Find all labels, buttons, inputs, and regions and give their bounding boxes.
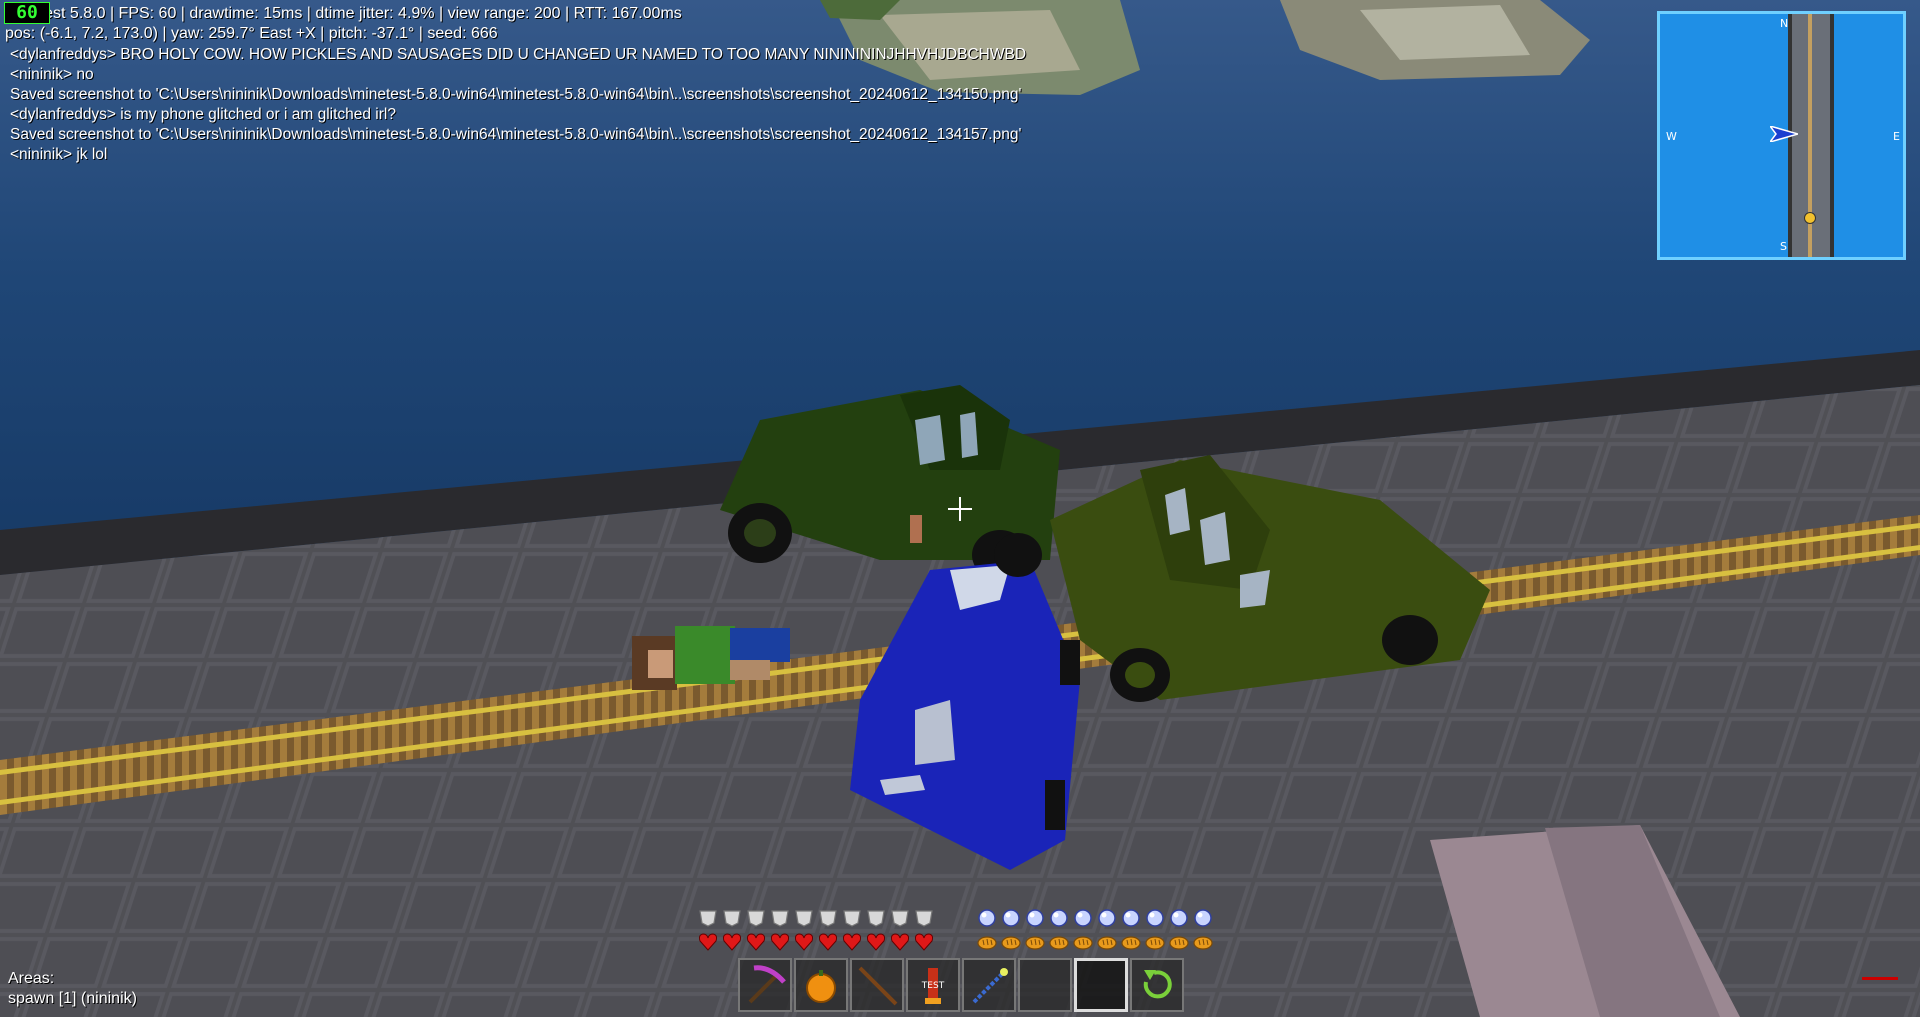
fps-counter: 60 [4, 2, 50, 24]
refresh-arrow-icon [1143, 970, 1172, 999]
heart-icon [890, 933, 910, 951]
hotbar-slot-2[interactable] [794, 958, 848, 1012]
hotbar-slot-3[interactable] [850, 958, 904, 1012]
minimap-road-edge [1830, 14, 1834, 257]
chat-log: <dylanfreddys> BRO HOLY COW. HOW PICKLES… [10, 45, 1026, 165]
bubble-icon [1146, 909, 1164, 927]
debug-info: Minetest 5.8.0 | FPS: 60 | drawtime: 15m… [5, 4, 682, 44]
bubble-icon [1026, 909, 1044, 927]
minimap: N S E W [1657, 11, 1906, 260]
bubble-icon [1050, 909, 1068, 927]
heart-icon [914, 933, 934, 951]
bread-icon [1049, 936, 1069, 950]
bread-icon [1025, 936, 1045, 950]
areas-label: Areas: [8, 970, 55, 987]
bread-icon [1001, 936, 1021, 950]
heart-icon [770, 933, 790, 951]
bread-icon [977, 936, 997, 950]
breath-bar [977, 909, 1213, 927]
chat-line: <nininik> jk lol [10, 146, 108, 163]
hotbar-slot-4[interactable]: TEST [906, 958, 960, 1012]
heart-icon [842, 933, 862, 951]
hotbar: TEST [738, 958, 1184, 1012]
armor-icon [867, 910, 885, 927]
bubble-icon [1170, 909, 1188, 927]
heart-icon [818, 933, 838, 951]
stick-icon [858, 966, 898, 1006]
debug-line-1: Minetest 5.8.0 | FPS: 60 | drawtime: 15m… [5, 5, 682, 22]
bread-icon [1169, 936, 1189, 950]
test-item-label: TEST [921, 981, 945, 991]
areas-info: Areas: spawn [1] (nininik) [8, 969, 137, 1009]
armor-icon [699, 910, 717, 927]
hotbar-slot-1[interactable] [738, 958, 792, 1012]
heart-icon [698, 933, 718, 951]
chat-line: Saved screenshot to 'C:\Users\nininik\Do… [10, 126, 1022, 143]
hotbar-slot-8[interactable] [1130, 958, 1184, 1012]
armor-icon [747, 910, 765, 927]
bread-icon [1193, 936, 1213, 950]
minimap-west: W [1666, 130, 1677, 143]
heart-icon [794, 933, 814, 951]
bubble-icon [1074, 909, 1092, 927]
hotbar-slot-6[interactable] [1018, 958, 1072, 1012]
bubble-icon [978, 909, 996, 927]
hotbar-slot-7[interactable] [1074, 958, 1128, 1012]
hotbar-slot-5[interactable] [962, 958, 1016, 1012]
chat-line: <dylanfreddys> is my phone glitched or i… [10, 106, 396, 123]
bread-icon [1121, 936, 1141, 950]
armor-icon [771, 910, 789, 927]
armor-icon [819, 910, 837, 927]
bread-icon [1145, 936, 1165, 950]
debug-line-2: pos: (-6.1, 7.2, 173.0) | yaw: 259.7° Ea… [5, 25, 498, 42]
magic-wand-icon [972, 968, 1008, 1004]
armor-icon [891, 910, 909, 927]
bubble-icon [1098, 909, 1116, 927]
armor-icon [723, 910, 741, 927]
minimap-north: N [1780, 17, 1789, 30]
minimap-marker-icon [1804, 212, 1816, 224]
chat-line: Saved screenshot to 'C:\Users\nininik\Do… [10, 86, 1022, 103]
red-indicator [1862, 977, 1898, 980]
minimap-south: S [1780, 240, 1787, 253]
pickaxe-icon [748, 965, 786, 1004]
heart-icon [722, 933, 742, 951]
minimap-east: E [1893, 130, 1900, 143]
armor-bar [698, 909, 934, 927]
test-item-icon: TEST [921, 968, 945, 1004]
armor-icon [915, 910, 933, 927]
health-bar [698, 933, 934, 951]
bread-icon [1073, 936, 1093, 950]
crosshair-icon [948, 497, 972, 521]
areas-value: spawn [1] (nininik) [8, 990, 137, 1007]
chat-line: <dylanfreddys> BRO HOLY COW. HOW PICKLES… [10, 46, 1027, 63]
hunger-bar [977, 933, 1213, 951]
bubble-icon [1122, 909, 1140, 927]
bubble-icon [1002, 909, 1020, 927]
orange-fruit-icon [806, 970, 836, 1003]
armor-icon [795, 910, 813, 927]
heart-icon [746, 933, 766, 951]
chat-line: <nininik> no [10, 66, 94, 83]
minimap-player-arrow-icon [1770, 126, 1798, 142]
bubble-icon [1194, 909, 1212, 927]
bread-icon [1097, 936, 1117, 950]
heart-icon [866, 933, 886, 951]
armor-icon [843, 910, 861, 927]
